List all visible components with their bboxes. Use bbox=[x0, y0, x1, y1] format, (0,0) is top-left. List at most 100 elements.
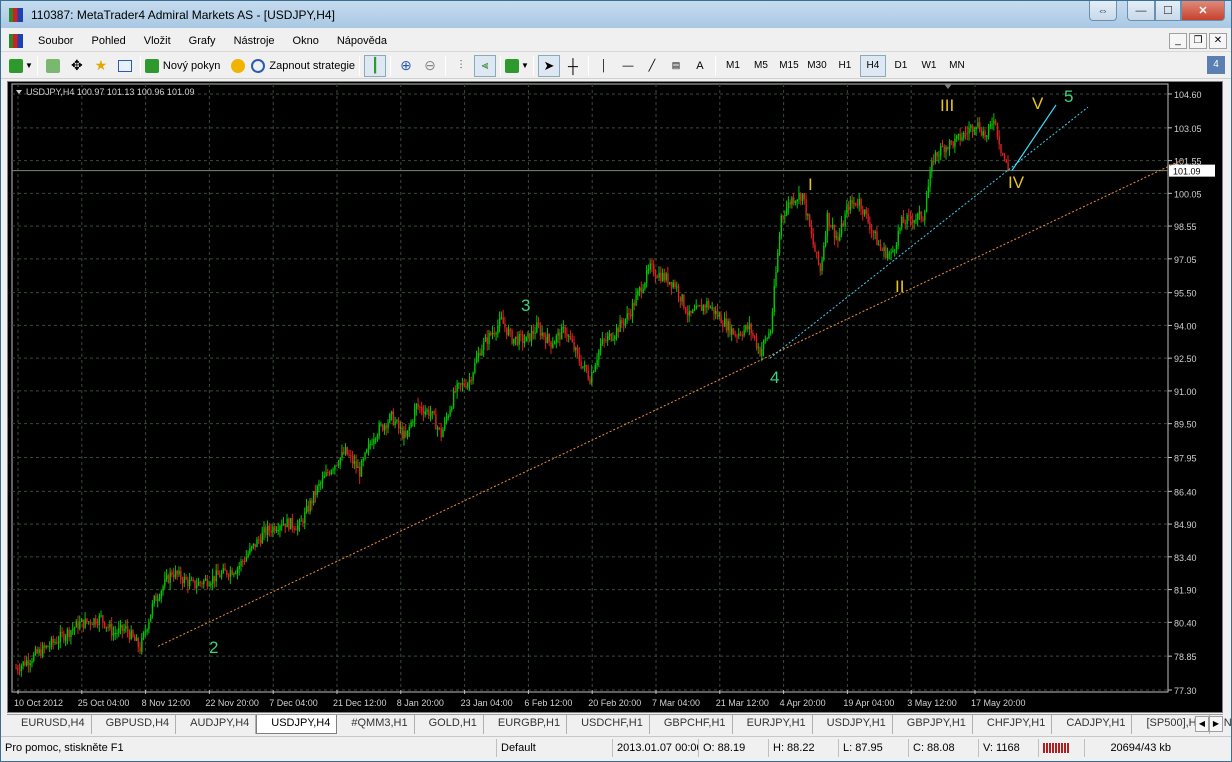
menu-insert[interactable]: Vložit bbox=[135, 35, 180, 47]
candle-body bbox=[105, 626, 108, 628]
candle-body bbox=[766, 338, 768, 340]
trendline-tool[interactable]: ╱ bbox=[641, 55, 663, 77]
candle-body bbox=[979, 122, 981, 132]
chart-canvas[interactable]: 104.60103.05101.55100.0598.5597.0595.509… bbox=[8, 82, 1222, 712]
chart-tab[interactable]: EURUSD,H4 bbox=[7, 715, 92, 734]
tf-m5[interactable]: M5 bbox=[748, 55, 774, 77]
menu-charts[interactable]: Grafy bbox=[180, 35, 225, 47]
candle-body bbox=[495, 333, 497, 335]
status-profile[interactable]: Default bbox=[497, 738, 613, 757]
tf-h1[interactable]: H1 bbox=[832, 55, 858, 77]
new-order-button[interactable]: Nový pokyn bbox=[144, 55, 220, 77]
menu-tools[interactable]: Nástroje bbox=[225, 35, 284, 47]
chart-tab[interactable]: AUDJPY,H4 bbox=[176, 715, 257, 734]
zoom-in-button[interactable]: ⊕ bbox=[395, 55, 417, 77]
chart-tab[interactable]: USDCHF,H1 bbox=[567, 715, 650, 734]
chart-tab[interactable]: CADJPY,H1 bbox=[1052, 715, 1133, 734]
tf-m30[interactable]: M30 bbox=[804, 55, 830, 77]
candle-body bbox=[49, 646, 51, 648]
alert-button[interactable] bbox=[227, 55, 249, 77]
indicators-button[interactable]: ▼ bbox=[505, 55, 529, 77]
tf-mn[interactable]: MN bbox=[944, 55, 970, 77]
notification-badge[interactable]: 4 bbox=[1207, 56, 1225, 74]
candle-body bbox=[798, 193, 800, 200]
cursor-tool[interactable]: ➤ bbox=[537, 54, 560, 77]
chart-tab[interactable]: CHFJPY,H1 bbox=[973, 715, 1053, 734]
maximize-button[interactable]: ☐ bbox=[1155, 1, 1181, 21]
candle-body bbox=[339, 457, 341, 465]
candle-body bbox=[975, 126, 977, 130]
tab-scroll-right-icon[interactable]: ▶ bbox=[1209, 716, 1223, 732]
chart-tab[interactable]: GBPUSD,H4 bbox=[92, 715, 177, 734]
candle-body bbox=[580, 361, 582, 368]
mdi-minimize-button[interactable]: _ bbox=[1169, 33, 1187, 49]
candle-body bbox=[235, 573, 237, 575]
crosshair-tool[interactable]: ┼ bbox=[562, 55, 584, 77]
candle-body bbox=[642, 288, 644, 293]
tf-d1[interactable]: D1 bbox=[888, 55, 914, 77]
strategy-button[interactable]: Zapnout strategie bbox=[251, 55, 355, 77]
chart-tab[interactable]: GOLD,H1 bbox=[415, 715, 484, 734]
candle-body bbox=[394, 421, 396, 426]
candle-body bbox=[114, 633, 116, 635]
chart-tab[interactable]: GBPJPY,H1 bbox=[893, 715, 973, 734]
candle-body bbox=[103, 621, 106, 628]
vertical-line-tool[interactable]: │ bbox=[593, 55, 615, 77]
candle-body bbox=[66, 629, 69, 638]
candle-body bbox=[936, 152, 938, 156]
candle-body bbox=[821, 259, 823, 271]
candle-body bbox=[300, 520, 302, 522]
chart-tab[interactable]: EURGBP,H1 bbox=[484, 715, 568, 734]
menu-window[interactable]: Okno bbox=[284, 35, 328, 47]
candle-body bbox=[323, 475, 326, 478]
candle-body bbox=[185, 576, 187, 580]
candle-body bbox=[527, 333, 529, 337]
candle-body bbox=[433, 411, 435, 415]
tf-h4[interactable]: H4 bbox=[859, 54, 886, 77]
text-tool[interactable]: A bbox=[689, 55, 711, 77]
navigator-button[interactable]: ✥ bbox=[66, 55, 88, 77]
candle-body bbox=[499, 318, 501, 326]
chart-tab[interactable]: EURJPY,H1 bbox=[733, 715, 813, 734]
horizontal-line-tool[interactable]: — bbox=[617, 55, 639, 77]
minimize-button[interactable]: — bbox=[1127, 1, 1155, 21]
bar-chart-button[interactable]: ┃ bbox=[364, 54, 387, 77]
candle-body bbox=[844, 214, 846, 227]
candle-body bbox=[644, 282, 646, 289]
menu-view[interactable]: Pohled bbox=[82, 35, 134, 47]
terminal-button[interactable] bbox=[114, 55, 136, 77]
tf-m1[interactable]: M1 bbox=[720, 55, 746, 77]
price-chart[interactable]: 104.60 103.05 101.55 100.05 98.55 97.05 95.50 9… bbox=[7, 81, 1223, 713]
tf-w1[interactable]: W1 bbox=[916, 55, 942, 77]
chart-tab[interactable]: GBPCHF,H1 bbox=[650, 715, 733, 734]
candle-body bbox=[959, 133, 961, 141]
menu-help[interactable]: Nápověda bbox=[328, 35, 396, 47]
fullscreen-icon[interactable]: ⇔ bbox=[1089, 1, 1117, 21]
candle-body bbox=[785, 208, 788, 216]
zoom-out-button[interactable]: ⊖ bbox=[419, 55, 441, 77]
fibo-tool[interactable]: ▤ bbox=[665, 55, 687, 77]
market-watch-button[interactable] bbox=[42, 55, 64, 77]
y-tick-label: 95.50 bbox=[1174, 289, 1197, 299]
close-button[interactable]: ✕ bbox=[1181, 1, 1225, 21]
chart-tab[interactable]: USDJPY,H4 bbox=[256, 715, 338, 734]
chart-shift-button[interactable]: ⫷ bbox=[474, 54, 497, 77]
candle-body bbox=[977, 122, 979, 127]
tf-m15[interactable]: M15 bbox=[776, 55, 802, 77]
chart-tab[interactable]: USDJPY,H1 bbox=[813, 715, 893, 734]
autoscroll-button[interactable]: ⫶ bbox=[450, 55, 472, 77]
mdi-restore-button[interactable]: ❐ bbox=[1189, 33, 1207, 49]
chart-window-icon[interactable] bbox=[9, 33, 23, 48]
candle-body bbox=[215, 570, 217, 582]
chart-tab[interactable]: #QMM3,H1 bbox=[337, 715, 415, 734]
new-chart-button[interactable]: ▼ bbox=[9, 55, 33, 77]
candle-body bbox=[387, 422, 389, 429]
mdi-close-button[interactable]: ✕ bbox=[1209, 33, 1227, 49]
favorites-button[interactable]: ★ bbox=[90, 55, 112, 77]
candle-body bbox=[135, 638, 138, 641]
candle-body bbox=[178, 570, 180, 575]
candle-body bbox=[575, 347, 577, 351]
title-bar[interactable]: 110387: MetaTrader4 Admiral Markets AS -… bbox=[1, 1, 1231, 28]
menu-file[interactable]: Soubor bbox=[29, 35, 82, 47]
tab-scroll-left-icon[interactable]: ◀ bbox=[1195, 716, 1209, 732]
